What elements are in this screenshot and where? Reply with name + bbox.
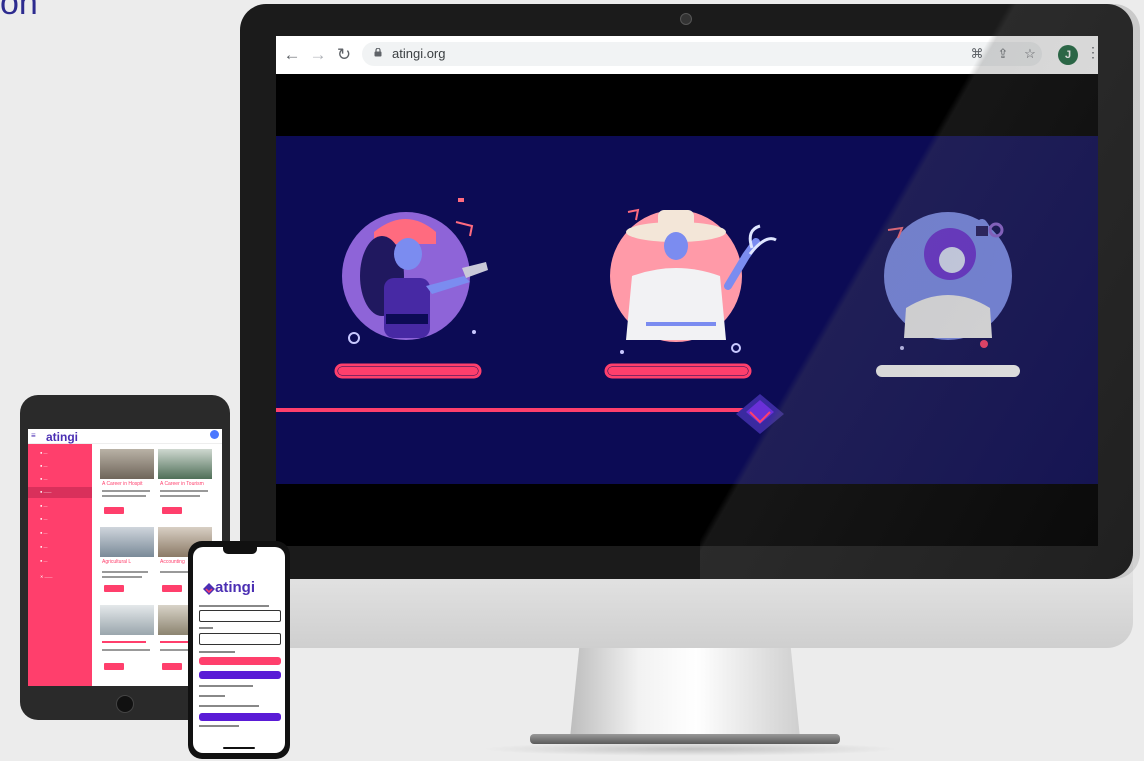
card-text-line <box>160 495 200 497</box>
card-text-line <box>102 490 150 492</box>
phone-screen: atingi <box>193 547 285 753</box>
course-card-button[interactable] <box>162 585 182 592</box>
sidebar-item[interactable]: ● — <box>28 448 92 459</box>
login-button[interactable] <box>199 657 281 665</box>
login-label-line <box>199 605 269 607</box>
sidebar-item[interactable]: ● — <box>28 542 92 553</box>
forgot-password-line <box>199 651 235 653</box>
course-card-image <box>158 449 212 479</box>
star-icon[interactable]: ☆ <box>1021 45 1039 63</box>
course-card-button[interactable] <box>104 663 124 670</box>
email-field[interactable] <box>199 610 281 622</box>
sidebar-item[interactable]: ● — <box>28 514 92 525</box>
imac-base <box>530 734 840 744</box>
progress-marker-icon <box>736 394 784 434</box>
sidebar-item[interactable]: ● — <box>28 528 92 539</box>
translate-icon[interactable]: ⌘ <box>968 45 986 63</box>
course-card-image <box>100 527 154 557</box>
course-card-title: A Career in Hospit <box>102 481 143 487</box>
imac-stand <box>570 648 800 738</box>
card-text-line <box>102 571 148 573</box>
card-text-line <box>102 576 142 578</box>
social-login-button[interactable] <box>199 713 281 721</box>
tablet-home-button <box>116 695 134 713</box>
course-card-title: A Career in Tourism <box>160 481 204 487</box>
reload-icon[interactable]: ↻ <box>334 45 354 65</box>
user-avatar-icon[interactable] <box>210 430 219 439</box>
lock-icon <box>374 48 382 57</box>
sidebar-item[interactable]: ● — <box>28 501 92 512</box>
card-text-line <box>102 495 146 497</box>
course-card-button[interactable] <box>162 507 182 514</box>
card-title-line <box>160 641 190 643</box>
address-bar[interactable]: atingi.org <box>362 42 1042 66</box>
forward-arrow-icon[interactable]: → <box>308 45 328 65</box>
woman-illustration <box>884 212 1012 350</box>
password-label-line <box>199 627 213 629</box>
social-login-text-line <box>199 705 259 707</box>
course-card-button[interactable] <box>104 507 124 514</box>
video-letterbox-top <box>276 74 1098 136</box>
sidebar-item[interactable]: ● — <box>28 474 92 485</box>
sidebar-item[interactable]: ● — <box>28 556 92 567</box>
course-card[interactable]: Agricultural L <box>100 527 154 597</box>
course-card[interactable]: A Career in Tourism <box>158 449 212 519</box>
signup-button[interactable] <box>199 671 281 679</box>
phone-notch <box>223 547 257 554</box>
kebab-menu-icon[interactable]: ⋮ <box>1086 44 1098 61</box>
share-icon[interactable]: ⇪ <box>994 45 1012 63</box>
course-card[interactable]: A Career in Hospit <box>100 449 154 519</box>
card-title-line <box>102 641 146 643</box>
tablet-logo: atingi <box>46 430 78 444</box>
sidebar-item-active[interactable]: ● —— <box>28 487 92 498</box>
course-card-title: Agricultural L <box>102 559 132 565</box>
tablet-sidebar: ● — ● — ● — ● —— ● — ● — ● — ● — ● — ✕ —… <box>28 444 92 686</box>
atingi-logo-icon <box>203 583 215 595</box>
course-card-button[interactable] <box>104 585 124 592</box>
terms-text-line <box>199 685 253 687</box>
hero-animation <box>276 136 1098 484</box>
back-arrow-icon[interactable]: ← <box>282 45 302 65</box>
card-text-line <box>102 649 150 651</box>
corner-text-fragment: on <box>0 0 38 22</box>
phone-home-indicator <box>223 747 255 749</box>
course-card-image <box>100 449 154 479</box>
imac-shadow <box>480 742 900 756</box>
video-letterbox-bottom <box>276 484 1098 546</box>
phone-logo: atingi <box>215 579 255 596</box>
sidebar-item[interactable]: ● — <box>28 461 92 472</box>
card-text-line <box>160 490 208 492</box>
hero-illustration-svg <box>276 198 1020 434</box>
profile-avatar[interactable]: J <box>1058 45 1078 65</box>
footer-text-line <box>199 725 239 727</box>
course-card[interactable] <box>100 605 154 675</box>
tablet-header: ≡ atingi <box>28 429 222 444</box>
hamburger-menu-icon[interactable]: ≡ <box>31 431 36 440</box>
farmer-illustration <box>610 208 777 354</box>
course-card-title: Accounting <box>160 559 185 565</box>
browser-toolbar: ← → ↻ atingi.org ⌘ ⇪ ☆ J ⋮ <box>276 36 1098 75</box>
sidebar-item[interactable]: ✕ —— <box>28 572 92 583</box>
mechanic-illustration <box>342 198 488 344</box>
phone-device: atingi <box>188 541 290 759</box>
separator-text-line <box>199 695 225 697</box>
url-text: atingi.org <box>392 46 446 61</box>
desktop-screen: ← → ↻ atingi.org ⌘ ⇪ ☆ J ⋮ <box>276 36 1098 546</box>
imac-camera <box>680 13 692 25</box>
course-card-image <box>100 605 154 635</box>
password-field[interactable] <box>199 633 281 645</box>
course-card-button[interactable] <box>162 663 182 670</box>
